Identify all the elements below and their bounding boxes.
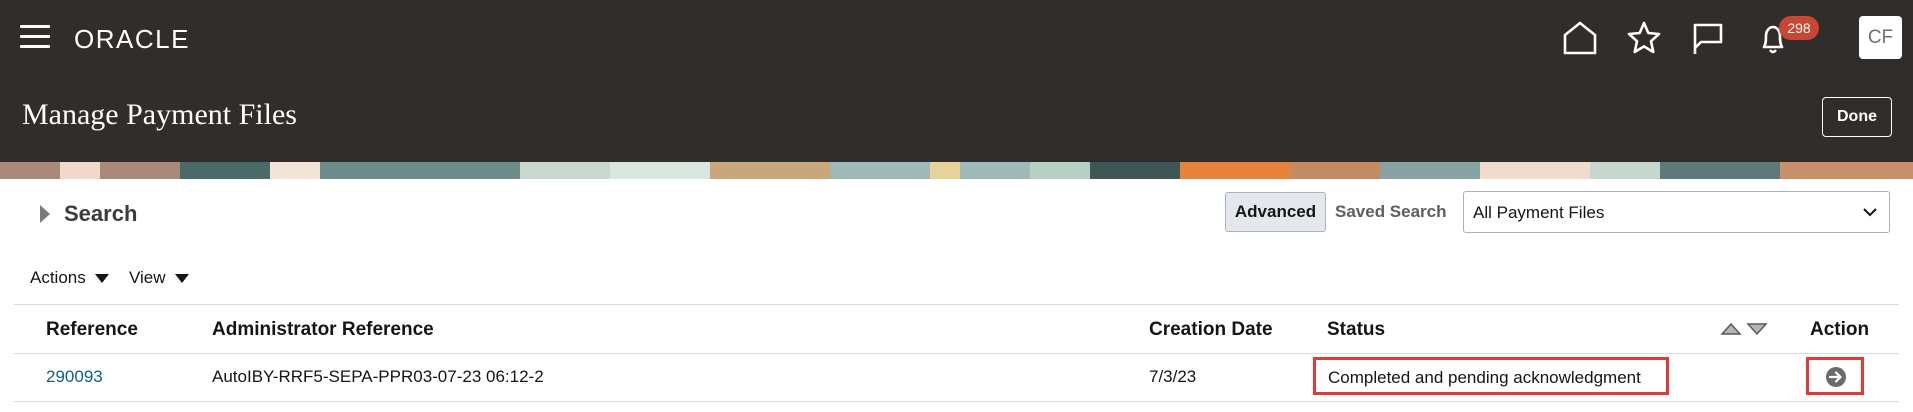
page-title: Manage Payment Files [22, 98, 297, 131]
table-divider [14, 304, 1899, 305]
search-panel-toggle[interactable]: Search [40, 199, 137, 229]
notification-badge: 298 [1779, 16, 1819, 40]
page-header: Manage Payment Files Done [0, 74, 1913, 162]
status-cell: Completed and pending acknowledgment [1328, 368, 1641, 387]
star-icon[interactable] [1624, 18, 1664, 58]
expand-triangle-icon [40, 205, 50, 223]
advanced-search-button[interactable]: Advanced [1225, 192, 1326, 232]
saved-search-select[interactable]: All Payment Files [1463, 191, 1890, 233]
home-icon[interactable] [1560, 18, 1600, 58]
decorative-banner [0, 162, 1913, 179]
creation-date-cell: 7/3/23 [1149, 367, 1197, 386]
table-divider [14, 353, 1899, 354]
column-header-administrator-reference[interactable]: Administrator Reference [212, 319, 434, 341]
done-button[interactable]: Done [1822, 97, 1892, 137]
view-menu-label: View [129, 268, 166, 287]
caret-down-icon [94, 273, 109, 283]
arrow-right-circle-icon [1826, 367, 1846, 387]
sort-descending-icon[interactable] [1746, 322, 1768, 336]
view-menu[interactable]: View [129, 268, 189, 288]
status-highlight: Completed and pending acknowledgment [1313, 357, 1669, 395]
column-header-reference[interactable]: Reference [46, 319, 138, 341]
saved-search-value: All Payment Files [1473, 203, 1605, 222]
column-header-status[interactable]: Status [1327, 319, 1385, 341]
caret-down-icon [174, 273, 189, 283]
column-header-action: Action [1810, 319, 1870, 340]
user-avatar[interactable]: CF [1859, 16, 1902, 59]
global-header: ORACLE 298 CF [0, 0, 1913, 74]
column-header-creation-date[interactable]: Creation Date [1149, 319, 1273, 341]
saved-search-label: Saved Search [1335, 202, 1447, 221]
actions-menu[interactable]: Actions [30, 268, 109, 288]
search-title: Search [64, 201, 138, 226]
table-row: 290093 [46, 367, 103, 387]
sort-controls[interactable] [1720, 322, 1768, 336]
admin-reference-cell: AutoIBY-RRF5-SEPA-PPR03-07-23 06:12-2 [212, 367, 544, 386]
flag-icon[interactable] [1688, 18, 1728, 58]
reference-link[interactable]: 290093 [46, 367, 103, 386]
chevron-down-icon [1863, 208, 1877, 217]
actions-menu-label: Actions [30, 268, 86, 287]
menu-icon[interactable] [20, 25, 50, 49]
table-divider [14, 401, 1899, 402]
sort-ascending-icon[interactable] [1720, 322, 1742, 336]
oracle-logo[interactable]: ORACLE [74, 24, 190, 55]
row-action-button[interactable] [1806, 357, 1864, 395]
